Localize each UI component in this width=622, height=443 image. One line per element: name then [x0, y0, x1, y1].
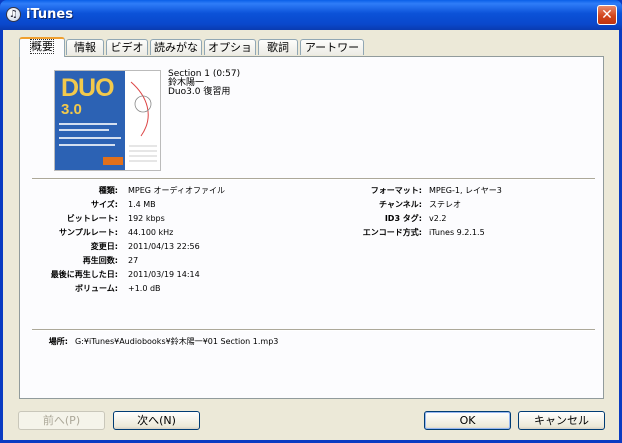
divider-top [32, 178, 595, 180]
cancel-button[interactable]: キャンセル [518, 411, 605, 430]
tab-options[interactable]: オプション [204, 39, 256, 69]
field-label-format: フォーマット: [370, 186, 422, 195]
tab-lyrics[interactable]: 歌詞 [258, 39, 298, 55]
tab-video[interactable]: ビデオ [106, 39, 148, 55]
field-value-play-count: 27 [128, 256, 139, 265]
artwork-title: DUO [61, 74, 115, 102]
field-label-size: サイズ: [91, 200, 118, 209]
next-button[interactable]: 次へ(N) [113, 411, 200, 430]
field-value-size: 1.4 MB [128, 200, 156, 209]
title-bar[interactable]: ♫ iTunes ✕ [0, 0, 622, 30]
field-value-sample-rate: 44.100 kHz [128, 228, 174, 237]
artwork-graphic [129, 81, 157, 162]
field-label-volume: ボリューム: [75, 284, 118, 293]
tab-summary[interactable]: 概要 [19, 37, 65, 57]
window-title: iTunes [26, 7, 73, 22]
field-value-bitrate: 192 kbps [128, 214, 165, 223]
field-label-modified: 変更日: [90, 242, 118, 251]
field-value-id3-tag: v2.2 [429, 214, 447, 223]
close-icon: ✕ [601, 7, 613, 23]
summary-panel: DUO 3.0 Section 1 (0:57) 鈴木陽一 Duo3.0 復習用… [19, 56, 604, 399]
field-value-encoder: iTunes 9.2.1.5 [429, 228, 485, 237]
divider-bottom [32, 329, 595, 331]
tab-sorting[interactable]: 読みがな [150, 39, 202, 55]
track-album: Duo3.0 復習用 [168, 87, 231, 97]
field-value-location: G:¥iTunes¥Audiobooks¥鈴木陽一¥01 Section 1.m… [75, 337, 279, 346]
field-label-play-count: 再生回数: [82, 256, 118, 265]
field-label-kind: 種類: [98, 186, 118, 195]
tab-artwork[interactable]: アートワーク [300, 39, 364, 69]
prev-button[interactable]: 前へ(P) [18, 411, 105, 430]
close-button[interactable]: ✕ [597, 5, 617, 25]
field-value-kind: MPEG オーディオファイル [128, 186, 225, 195]
tab-info[interactable]: 情報 [66, 39, 104, 55]
field-label-location: 場所: [48, 337, 68, 346]
ok-button[interactable]: OK [424, 411, 511, 430]
field-value-modified: 2011/04/13 22:56 [128, 242, 200, 251]
field-label-encoder: エンコード方式: [362, 228, 422, 237]
field-value-volume: +1.0 dB [128, 284, 161, 293]
field-value-channels: ステレオ [429, 200, 461, 209]
track-summary: Section 1 (0:57) 鈴木陽一 Duo3.0 復習用 [168, 70, 240, 97]
field-label-sample-rate: サンプルレート: [59, 228, 118, 237]
field-value-last-played: 2011/03/19 14:14 [128, 270, 200, 279]
field-value-format: MPEG-1, レイヤー3 [429, 186, 502, 195]
itunes-info-dialog: ♫ iTunes ✕ 概要 情報 ビデオ 読みがな オプション 歌詞 アートワー… [0, 0, 622, 443]
artwork-version: 3.0 [61, 101, 82, 118]
field-label-channels: チャンネル: [379, 200, 422, 209]
album-artwork: DUO 3.0 [54, 70, 161, 171]
field-label-last-played: 最後に再生した日: [50, 270, 118, 279]
field-label-bitrate: ビットレート: [66, 214, 118, 223]
dialog-body: 概要 情報 ビデオ 読みがな オプション 歌詞 アートワーク DUO 3.0 [3, 30, 619, 440]
itunes-icon: ♫ [6, 7, 21, 22]
field-label-id3-tag: ID3 タグ: [384, 214, 422, 223]
